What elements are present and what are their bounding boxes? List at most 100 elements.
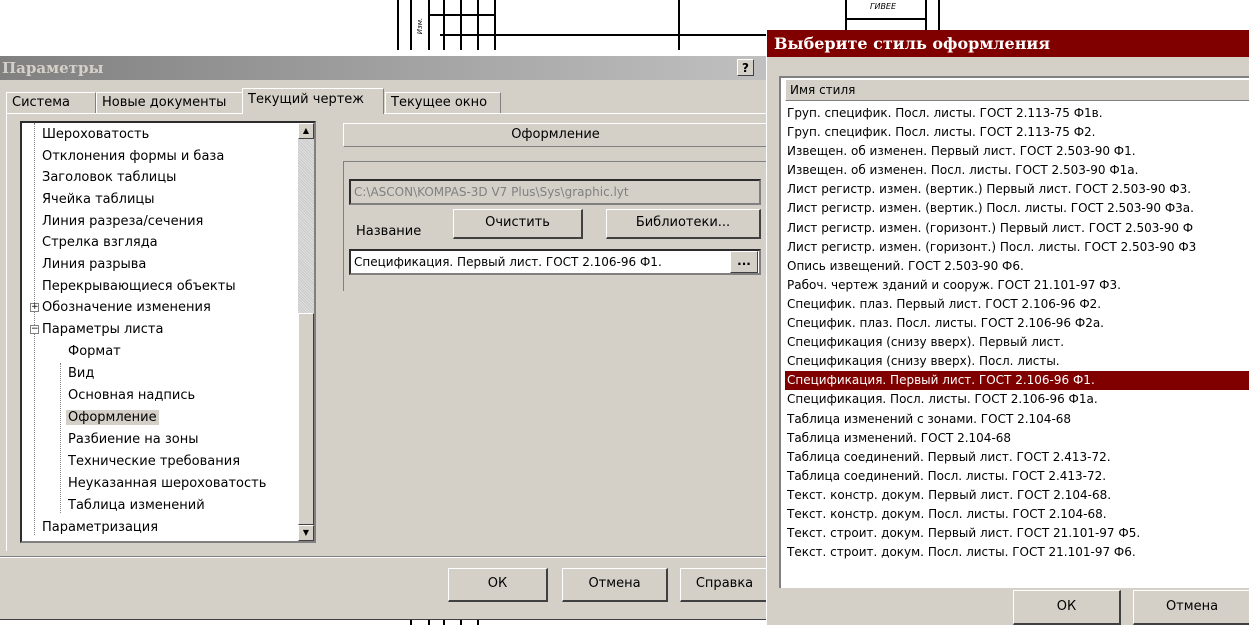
tree-item-view[interactable]: Вид xyxy=(66,363,96,385)
tree-item-parametrization[interactable]: Параметризация xyxy=(40,517,160,539)
button-separator xyxy=(0,556,768,558)
tree-item-label: Линия разрыва xyxy=(42,257,147,272)
style-list-item[interactable]: Груп. специфик. Посл. листы. ГОСТ 2.113-… xyxy=(785,104,1249,123)
tree-item-label: Стрелка взгляда xyxy=(42,235,158,250)
style-chooser-dialog: Выберите стиль оформления Имя стиля Груп… xyxy=(766,30,1249,625)
tab-new-documents[interactable]: Новые документы xyxy=(96,92,243,113)
tree-guide-line xyxy=(60,363,61,513)
tree-item-break-line[interactable]: Линия разрыва xyxy=(40,254,148,276)
tree-item-label: Таблица изменений xyxy=(68,498,205,513)
tree-item-sheet-parameters[interactable]: Параметры листа xyxy=(40,319,165,341)
drawing-line xyxy=(460,620,462,625)
tree-item-view-arrow[interactable]: Стрелка взгляда xyxy=(40,232,160,254)
style-chooser-title-bar[interactable]: Выберите стиль оформления xyxy=(767,30,1249,57)
tree-item-label: Параметры листа xyxy=(42,322,164,337)
tree-item-table-header[interactable]: Заголовок таблицы xyxy=(40,167,178,189)
style-list-items: Груп. специфик. Посл. листы. ГОСТ 2.113-… xyxy=(785,104,1249,562)
parameters-title-bar[interactable]: Параметры xyxy=(0,56,768,80)
drawing-stamp-text: ГИВЕЕ xyxy=(870,2,897,11)
tree-item-label: Параметризация xyxy=(42,520,159,535)
style-cancel-button[interactable]: Отмена xyxy=(1133,590,1249,625)
drawing-line xyxy=(428,0,430,50)
tree-item-label: Технические требования xyxy=(68,454,241,469)
expand-toggle[interactable]: + xyxy=(30,303,39,312)
tree-item-table-cell[interactable]: Ячейка таблицы xyxy=(40,189,157,211)
drawing-line xyxy=(443,620,445,625)
style-list-item-selected[interactable]: Спецификация. Первый лист. ГОСТ 2.106-96… xyxy=(785,371,1249,391)
style-list-item[interactable]: Лист регистр. измен. (горизонт.) Первый … xyxy=(785,219,1249,238)
tab-system[interactable]: Система xyxy=(6,92,96,113)
tree-item-changes-table[interactable]: Таблица изменений xyxy=(66,495,207,517)
ok-button[interactable]: ОК xyxy=(448,568,548,602)
tree-item-overlapping-objects[interactable]: Перекрывающиеся объекты xyxy=(40,276,238,298)
style-list-item[interactable]: Таблица соединений. Первый лист. ГОСТ 2.… xyxy=(785,448,1249,467)
style-list-item[interactable]: Извещен. об изменен. Посл. листы. ГОСТ 2… xyxy=(785,161,1249,180)
style-list-item[interactable]: Лист регистр. измен. (вертик.) Посл. лис… xyxy=(785,199,1249,218)
drawing-line xyxy=(397,0,399,50)
tree-item-format[interactable]: Формат xyxy=(66,341,123,363)
tree-item-unspecified-roughness[interactable]: Неуказанная шероховатость xyxy=(66,473,268,495)
style-list-item[interactable]: Лист регистр. измен. (вертик.) Первый ли… xyxy=(785,180,1249,199)
tree-item-label: Перекрывающиеся объекты xyxy=(42,279,236,294)
style-chooser-title: Выберите стиль оформления xyxy=(774,34,1051,53)
tree-item-layout[interactable]: Оформление xyxy=(66,407,159,429)
style-list-item[interactable]: Спецификация (снизу вверх). Посл. листы. xyxy=(785,352,1249,371)
tree-item-zone-split[interactable]: Разбиение на зоны xyxy=(66,429,201,451)
context-help-button[interactable]: ? xyxy=(737,59,754,76)
style-list: Имя стиля Груп. специфик. Посл. листы. Г… xyxy=(779,76,1249,588)
cancel-button[interactable]: Отмена xyxy=(562,568,668,602)
tree-scrollbar[interactable]: ▲ ▼ xyxy=(298,123,314,541)
style-list-item[interactable]: Текст. констр. докум. Первый лист. ГОСТ … xyxy=(785,486,1249,505)
tree-item-title-block[interactable]: Основная надпись xyxy=(66,385,197,407)
tree-item-change-designation[interactable]: Обозначение изменения xyxy=(40,297,213,319)
help-button[interactable]: Справка xyxy=(680,568,768,602)
style-list-item[interactable]: Таблица изменений с зонами. ГОСТ 2.104-6… xyxy=(785,410,1249,429)
tree-item-label: Отклонения формы и база xyxy=(42,149,225,164)
style-list-item[interactable]: Рабоч. чертеж зданий и сооруж. ГОСТ 21.1… xyxy=(785,276,1249,295)
style-list-item[interactable]: Опись извещений. ГОСТ 2.503-90 Ф6. xyxy=(785,257,1249,276)
drawing-line xyxy=(410,620,412,625)
style-list-item[interactable]: Таблица соединений. Посл. листы. ГОСТ 2.… xyxy=(785,467,1249,486)
tree-item-label: Разбиение на зоны xyxy=(68,432,199,447)
tree-item-form-deviation[interactable]: Отклонения формы и база xyxy=(40,146,226,168)
style-list-item[interactable]: Груп. специфик. Посл. листы. ГОСТ 2.113-… xyxy=(785,123,1249,142)
drawing-line xyxy=(477,620,479,625)
tree-item-roughness[interactable]: Шероховатость xyxy=(40,124,151,146)
style-list-item[interactable]: Спецификация. Посл. листы. ГОСТ 2.106-96… xyxy=(785,390,1249,409)
style-list-item[interactable]: Лист регистр. измен. (горизонт.) Посл. л… xyxy=(785,238,1249,257)
tree-item-technical-requirements[interactable]: Технические требования xyxy=(66,451,242,473)
settings-tree: Шероховатость Отклонения формы и база За… xyxy=(20,121,316,543)
style-ok-button[interactable]: ОК xyxy=(1013,590,1121,625)
scroll-up-icon[interactable]: ▲ xyxy=(298,123,314,139)
collapse-toggle[interactable]: − xyxy=(30,325,39,334)
style-list-item[interactable]: Извещен. об изменен. Первый лист. ГОСТ 2… xyxy=(785,142,1249,161)
style-list-item[interactable]: Текст. строит. докум. Первый лист. ГОСТ … xyxy=(785,524,1249,543)
tree-item-label: Линия разреза/сечения xyxy=(42,214,204,229)
library-path-field: C:\ASCON\KOMPAS-3D V7 Plus\Sys\graphic.l… xyxy=(349,179,761,205)
style-name-field[interactable]: Спецификация. Первый лист. ГОСТ 2.106-96… xyxy=(349,249,761,275)
style-list-item[interactable]: Спецификация (снизу вверх). Первый лист. xyxy=(785,333,1249,352)
style-list-item[interactable]: Специфик. плаз. Первый лист. ГОСТ 2.106-… xyxy=(785,295,1249,314)
tree-item-label: Формат xyxy=(68,344,121,359)
scroll-down-icon[interactable]: ▼ xyxy=(298,525,314,541)
style-list-item[interactable]: Текст. констр. докум. Посл. листы. ГОСТ … xyxy=(785,505,1249,524)
tree-item-label: Оформление xyxy=(66,410,159,425)
tab-current-window[interactable]: Текущее окно xyxy=(385,92,501,113)
style-list-item[interactable]: Таблица изменений. ГОСТ 2.104-68 xyxy=(785,429,1249,448)
scroll-thumb[interactable] xyxy=(298,313,314,525)
tree-item-section-line[interactable]: Линия разреза/сечения xyxy=(40,211,205,233)
libraries-button[interactable]: Библиотеки... xyxy=(606,209,761,239)
style-list-item[interactable]: Специфик. плаз. Посл. листы. ГОСТ 2.106-… xyxy=(785,314,1249,333)
style-name-column-header[interactable]: Имя стиля xyxy=(785,79,1249,101)
drawing-line xyxy=(428,620,430,625)
drawing-line xyxy=(925,0,927,30)
tab-current-drawing[interactable]: Текущий чертеж xyxy=(242,88,384,114)
tree-item-label: Неуказанная шероховатость xyxy=(68,476,267,491)
tree-item-label: Обозначение изменения xyxy=(42,300,211,315)
libraries-button-label: Библиотеки... xyxy=(635,215,731,230)
browse-styles-button[interactable]: ... xyxy=(730,251,758,273)
tree-item-label: Заголовок таблицы xyxy=(42,170,177,185)
style-list-item[interactable]: Текст. строит. докум. Посл. листы. ГОСТ … xyxy=(785,543,1249,562)
drawing-line xyxy=(477,0,479,50)
clear-button[interactable]: Очистить xyxy=(453,209,583,239)
